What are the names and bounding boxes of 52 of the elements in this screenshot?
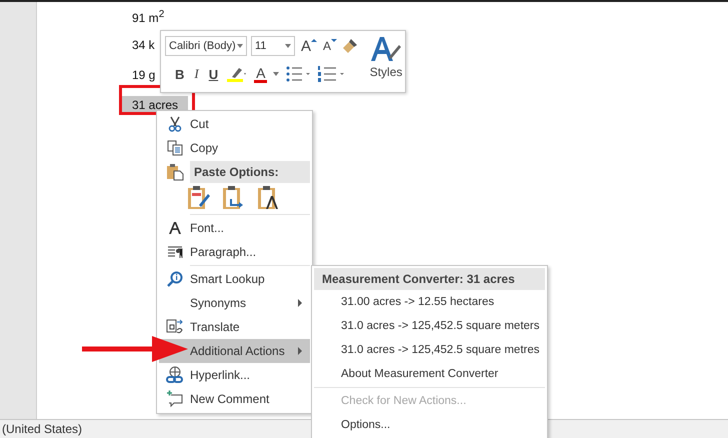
menu-item[interactable]: Translate: [159, 315, 310, 339]
search-icon: [166, 271, 182, 287]
comment-icon: [166, 390, 184, 408]
submenu-item[interactable]: 31.0 acres -> 125,452.5 square meters: [314, 314, 545, 338]
font-size-box[interactable]: 11: [251, 36, 295, 56]
font-icon: [168, 221, 182, 235]
menu-item[interactable]: Synonyms: [159, 291, 310, 315]
document-text: 34 k: [132, 37, 156, 54]
italic-button[interactable]: I: [192, 66, 201, 82]
dropdown-caret-icon: [285, 44, 291, 48]
highlighter-icon[interactable]: [226, 65, 248, 83]
submenu-item[interactable]: About Measurement Converter: [314, 362, 545, 386]
translate-icon: [166, 318, 184, 336]
paragraph-icon: [166, 245, 182, 259]
brush-icon[interactable]: [341, 37, 360, 55]
document-text: 19 g: [132, 67, 156, 84]
language-status: (United States): [2, 422, 82, 436]
menu-item[interactable]: Font...: [159, 216, 310, 240]
copy-icon: [166, 140, 182, 156]
numbered-list-icon[interactable]: [317, 65, 346, 83]
menu-item[interactable]: Copy: [159, 136, 310, 160]
paste-keep-formatting-icon[interactable]: [187, 185, 211, 211]
menu-item[interactable]: New Comment: [159, 387, 310, 411]
scissors-icon: [166, 116, 182, 132]
increase-caret-icon: [311, 38, 318, 42]
shrink-font-button[interactable]: A: [321, 39, 334, 53]
styles-icon: [369, 35, 404, 63]
globe-link-icon: [166, 366, 184, 384]
styles-button[interactable]: Styles: [369, 35, 404, 88]
grow-font-button[interactable]: A: [299, 38, 314, 54]
menu-item[interactable]: Smart Lookup: [159, 267, 310, 291]
submenu-header: Measurement Converter: 31 acres: [314, 268, 545, 290]
menu-item[interactable]: Hyperlink...: [159, 363, 310, 387]
dropdown-caret-icon[interactable]: [273, 72, 280, 76]
menu-item[interactable]: Cut: [159, 112, 310, 136]
submenu-item: Check for New Actions...: [340, 394, 468, 409]
paste-text-only-icon[interactable]: [257, 185, 281, 211]
menu-item[interactable]: Additional Actions: [159, 339, 310, 363]
underline-button[interactable]: U: [206, 66, 220, 82]
document-text: 91 m$^{2}$: [132, 8, 166, 27]
clipboard-icon: [166, 162, 184, 180]
submenu-item[interactable]: 31.00 acres -> 12.55 hectares: [314, 290, 545, 314]
bullet-list-icon[interactable]: [285, 65, 312, 83]
font-color-button[interactable]: A: [254, 66, 268, 82]
bold-button[interactable]: B: [173, 66, 186, 82]
font-name-box[interactable]: Calibri (Body): [165, 36, 247, 56]
submenu-item[interactable]: Options...: [314, 413, 545, 437]
menu-item[interactable]: Paragraph...: [159, 240, 310, 264]
menu-section-header: Paste Options:: [190, 160, 310, 182]
decrease-caret-icon: [331, 38, 338, 42]
submenu-item[interactable]: 31.0 acres -> 125,452.5 square metres: [314, 338, 545, 362]
dropdown-caret-icon: [237, 44, 243, 48]
